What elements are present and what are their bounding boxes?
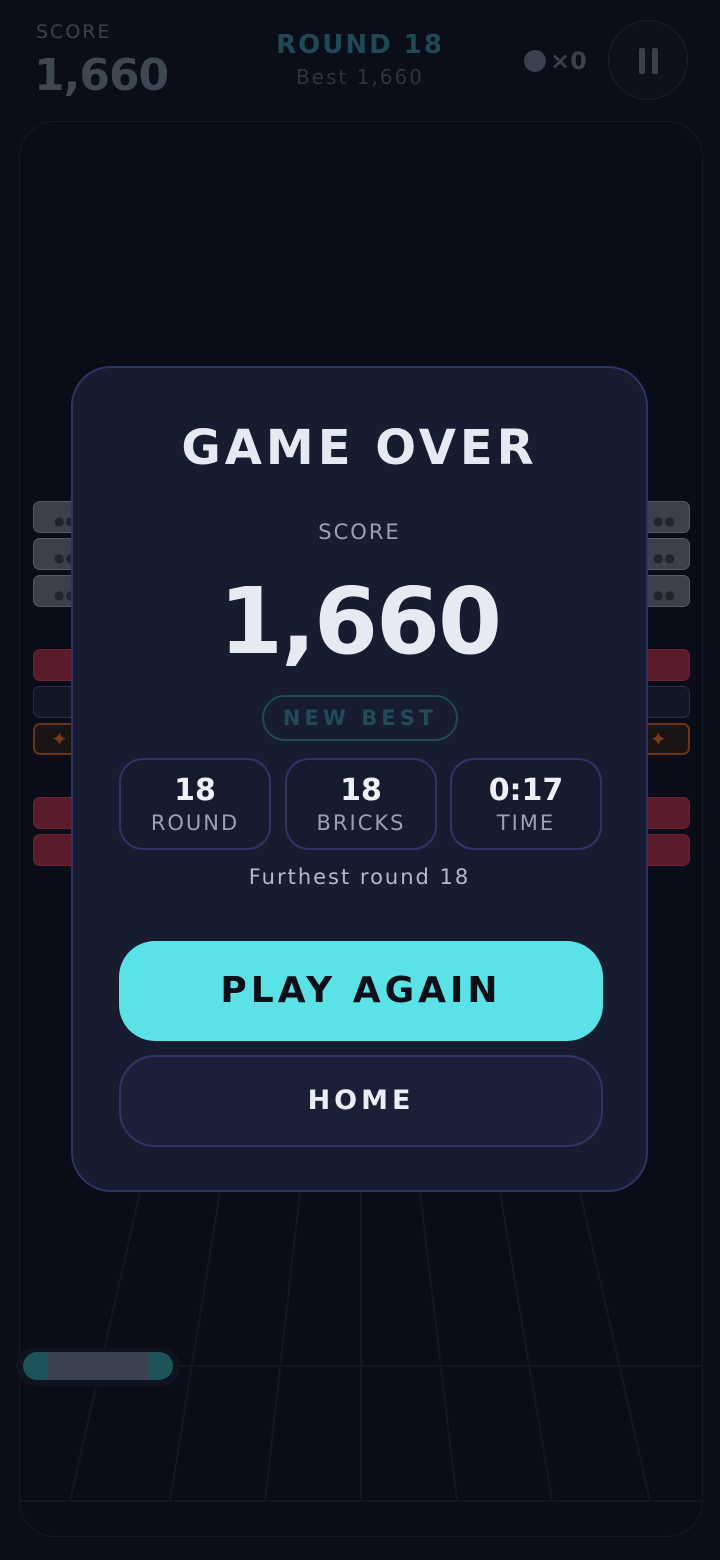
- hud: SCORE 1,660 ROUND 18 Best 1,660 ×0: [0, 0, 720, 120]
- ball-icon: [524, 50, 546, 72]
- dialog-title: GAME OVER: [181, 420, 538, 476]
- play-again-button[interactable]: PLAY AGAIN: [119, 941, 603, 1041]
- final-score: 1,660: [218, 568, 502, 675]
- ball-counter: ×0: [524, 46, 587, 76]
- paddle-core: [47, 1352, 149, 1380]
- new-best-badge: NEW BEST: [262, 695, 458, 741]
- stat-label: BRICKS: [316, 811, 406, 835]
- pause-button[interactable]: [608, 20, 688, 100]
- stat-value: 0:17: [488, 773, 564, 808]
- furthest-round: Furthest round 18: [248, 865, 471, 889]
- ball-count: ×0: [550, 47, 587, 75]
- stat-bricks: 18 BRICKS: [285, 758, 437, 850]
- home-button[interactable]: HOME: [119, 1055, 603, 1147]
- sparkle-icon: ✦: [650, 727, 667, 751]
- final-score-label: SCORE: [318, 520, 401, 544]
- stat-round: 18 ROUND: [119, 758, 271, 850]
- stat-label: ROUND: [150, 811, 240, 835]
- stat-value: 18: [174, 773, 216, 808]
- stat-label: TIME: [496, 811, 556, 835]
- stat-time: 0:17 TIME: [450, 758, 602, 850]
- game-over-dialog: GAME OVER SCORE 1,660 NEW BEST 18 ROUND …: [71, 366, 648, 1192]
- sparkle-icon: ✦: [51, 727, 68, 751]
- stat-value: 18: [340, 773, 382, 808]
